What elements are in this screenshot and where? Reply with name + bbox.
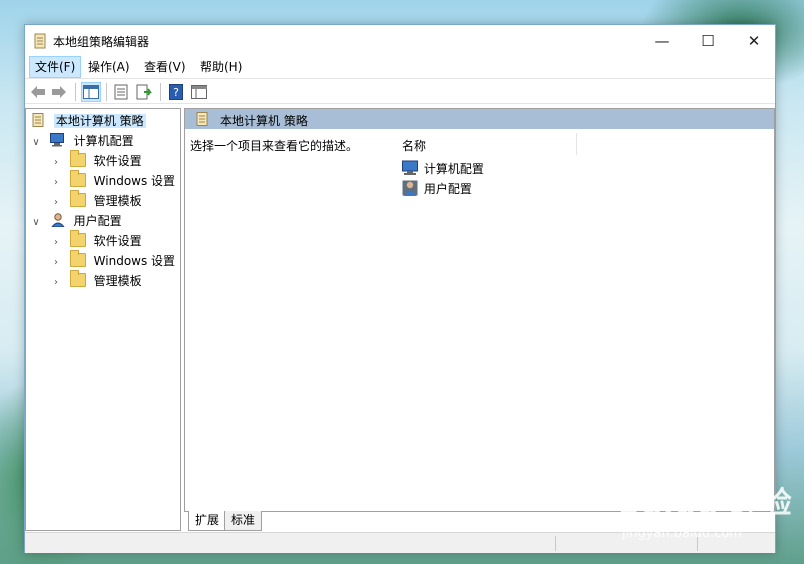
minimize-icon: — xyxy=(654,31,670,50)
description-text: 选择一个项目来查看它的描述。 xyxy=(190,139,359,153)
list-item-computer-config[interactable]: 计算机配置 xyxy=(402,159,484,179)
folder-icon xyxy=(69,230,86,247)
folder-icon xyxy=(69,150,86,167)
chevron-right-icon[interactable]: › xyxy=(50,273,62,293)
help-button[interactable]: ? xyxy=(166,82,186,102)
item-list: 名称 计算机配置 用户配置 xyxy=(388,129,774,530)
filter-view-icon xyxy=(191,85,207,99)
column-header-name[interactable]: 名称 xyxy=(402,137,426,154)
tree-item-label: 软件设置 xyxy=(93,154,142,168)
toolbar-separator xyxy=(106,83,107,101)
close-icon: ✕ xyxy=(747,31,761,50)
user-icon xyxy=(51,213,65,227)
gpedit-window: 本地组策略编辑器 — ☐ ✕ 文件(F) 操作(A) 查看(V) 帮助(H) ? xyxy=(24,24,776,553)
properties-icon xyxy=(114,84,128,100)
tree-item-label: Windows 设置 xyxy=(93,174,176,188)
tree-item-admin-templates[interactable]: › 管理模板 xyxy=(50,270,142,293)
watermark-url: jingyan.baidu.com xyxy=(622,526,742,541)
menu-help[interactable]: 帮助(H) xyxy=(195,56,247,78)
tab-extended[interactable]: 扩展 xyxy=(188,511,227,531)
chevron-right-icon[interactable]: › xyxy=(50,233,62,253)
tree-item-software-settings[interactable]: › 软件设置 xyxy=(50,230,142,253)
menu-view[interactable]: 查看(V) xyxy=(139,56,191,78)
close-button[interactable]: ✕ xyxy=(731,25,777,56)
list-item-user-config[interactable]: 用户配置 xyxy=(402,179,472,199)
back-arrow-icon xyxy=(31,86,45,98)
minimize-button[interactable]: — xyxy=(639,25,685,56)
properties-button[interactable] xyxy=(111,82,131,102)
chevron-right-icon[interactable]: › xyxy=(50,193,62,213)
menu-bar: 文件(F) 操作(A) 查看(V) 帮助(H) xyxy=(25,56,775,78)
console-tree-icon xyxy=(83,85,99,99)
chevron-right-icon[interactable]: › xyxy=(50,153,62,173)
toolbar-separator xyxy=(160,83,161,101)
tab-standard[interactable]: 标准 xyxy=(224,511,263,531)
user-icon xyxy=(402,180,418,196)
tree-item-root[interactable]: 本地计算机 策略 xyxy=(30,111,146,131)
tree-item-label: 本地计算机 策略 xyxy=(53,114,146,128)
computer-icon xyxy=(402,160,418,175)
folder-icon xyxy=(69,170,86,187)
tree-item-user-config[interactable]: ∨ 用户配置 xyxy=(30,211,122,231)
svg-text:?: ? xyxy=(173,86,179,99)
list-item-label: 用户配置 xyxy=(423,182,472,196)
computer-icon xyxy=(49,133,64,147)
policy-doc-icon xyxy=(32,113,44,127)
chevron-down-icon[interactable]: ∨ xyxy=(30,133,42,153)
tree-item-admin-templates[interactable]: › 管理模板 xyxy=(50,190,142,213)
menu-file[interactable]: 文件(F) xyxy=(29,56,82,78)
menu-action[interactable]: 操作(A) xyxy=(83,56,135,78)
baidu-watermark: Baidu 经验 jingyan.baidu.com xyxy=(618,478,793,541)
tree-item-windows-settings[interactable]: › Windows 设置 xyxy=(50,250,176,273)
folder-icon xyxy=(69,190,86,207)
tree-item-label: 用户配置 xyxy=(73,214,122,228)
watermark-logo-text: Baidu 经验 xyxy=(618,486,793,521)
policy-app-icon xyxy=(34,33,46,49)
back-button[interactable] xyxy=(28,82,48,102)
column-divider[interactable] xyxy=(576,133,577,155)
toolbar: ? xyxy=(25,78,775,104)
tree-item-windows-settings[interactable]: › Windows 设置 xyxy=(50,170,176,193)
tree-item-label: 软件设置 xyxy=(93,234,142,248)
chevron-right-icon[interactable]: › xyxy=(50,173,62,193)
tree-item-computer-config[interactable]: ∨ 计算机配置 xyxy=(30,131,134,151)
folder-icon xyxy=(69,250,86,267)
forward-button[interactable] xyxy=(49,82,69,102)
status-divider xyxy=(555,536,556,551)
tree-item-label: Windows 设置 xyxy=(93,254,176,268)
tree-item-label: 管理模板 xyxy=(93,274,142,288)
forward-arrow-icon xyxy=(52,86,66,98)
window-title: 本地组策略编辑器 xyxy=(53,35,150,49)
tree-item-label: 管理模板 xyxy=(93,194,142,208)
filter-button[interactable] xyxy=(189,82,209,102)
export-icon xyxy=(136,84,152,100)
details-header: 本地计算机 策略 xyxy=(185,109,774,129)
maximize-button[interactable]: ☐ xyxy=(685,25,731,56)
maximize-icon: ☐ xyxy=(701,31,715,50)
show-hide-tree-button[interactable] xyxy=(81,82,101,102)
policy-doc-icon xyxy=(196,112,208,126)
details-header-title: 本地计算机 策略 xyxy=(220,114,308,128)
chevron-right-icon[interactable]: › xyxy=(50,253,62,273)
details-pane: 本地计算机 策略 选择一个项目来查看它的描述。 名称 计算机配置 用户配置 xyxy=(184,108,775,531)
title-bar[interactable]: 本地组策略编辑器 — ☐ ✕ xyxy=(25,25,775,56)
toolbar-separator xyxy=(75,83,76,101)
help-icon: ? xyxy=(169,84,183,100)
folder-icon xyxy=(69,270,86,287)
console-tree: 本地计算机 策略 ∨ 计算机配置 › 软件设置 › Windows 设置 › 管… xyxy=(25,108,181,531)
chevron-down-icon[interactable]: ∨ xyxy=(30,213,42,233)
export-list-button[interactable] xyxy=(134,82,154,102)
tree-item-software-settings[interactable]: › 软件设置 xyxy=(50,150,142,173)
list-item-label: 计算机配置 xyxy=(423,162,484,176)
tree-item-label: 计算机配置 xyxy=(73,134,134,148)
